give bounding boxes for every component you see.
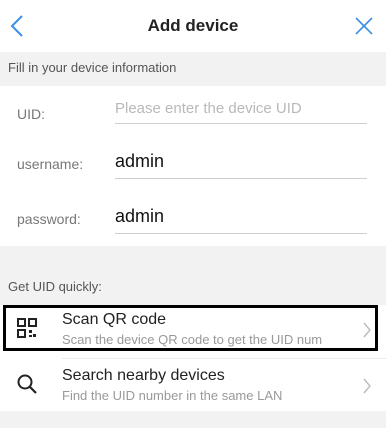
- qr-code-icon: [17, 318, 37, 338]
- close-button[interactable]: [352, 14, 376, 38]
- search-icon: [17, 374, 37, 394]
- scan-qr-code-title: Scan QR code: [62, 311, 167, 328]
- quick-uid-section-label: Get UID quickly:: [8, 279, 102, 294]
- uid-input[interactable]: Please enter the device UID: [115, 96, 367, 124]
- username-input[interactable]: admin: [115, 151, 367, 179]
- scan-qr-code-subtitle: Scan the device QR code to get the UID n…: [62, 332, 322, 347]
- chevron-right-icon: [363, 322, 371, 338]
- uid-label: UID:: [17, 106, 45, 122]
- search-nearby-devices-subtitle: Find the UID number in the same LAN: [62, 388, 283, 403]
- search-nearby-devices-item[interactable]: Search nearby devices Find the UID numbe…: [0, 361, 386, 409]
- password-label: password:: [17, 211, 81, 227]
- scan-qr-code-item[interactable]: Scan QR code Scan the device QR code to …: [0, 305, 386, 359]
- password-input[interactable]: admin: [115, 206, 367, 234]
- chevron-right-icon: [363, 378, 371, 394]
- page-title: Add device: [147, 16, 239, 35]
- search-nearby-devices-title: Search nearby devices: [62, 367, 225, 384]
- close-icon: [355, 17, 373, 35]
- device-info-section-label: Fill in your device information: [8, 60, 177, 75]
- username-label: username:: [17, 156, 84, 172]
- quick-uid-list: Scan QR code Scan the device QR code to …: [0, 305, 386, 411]
- device-info-form: UID: Please enter the device UID usernam…: [0, 86, 386, 246]
- header-bar: Add device: [0, 0, 386, 52]
- row-divider: [62, 358, 386, 359]
